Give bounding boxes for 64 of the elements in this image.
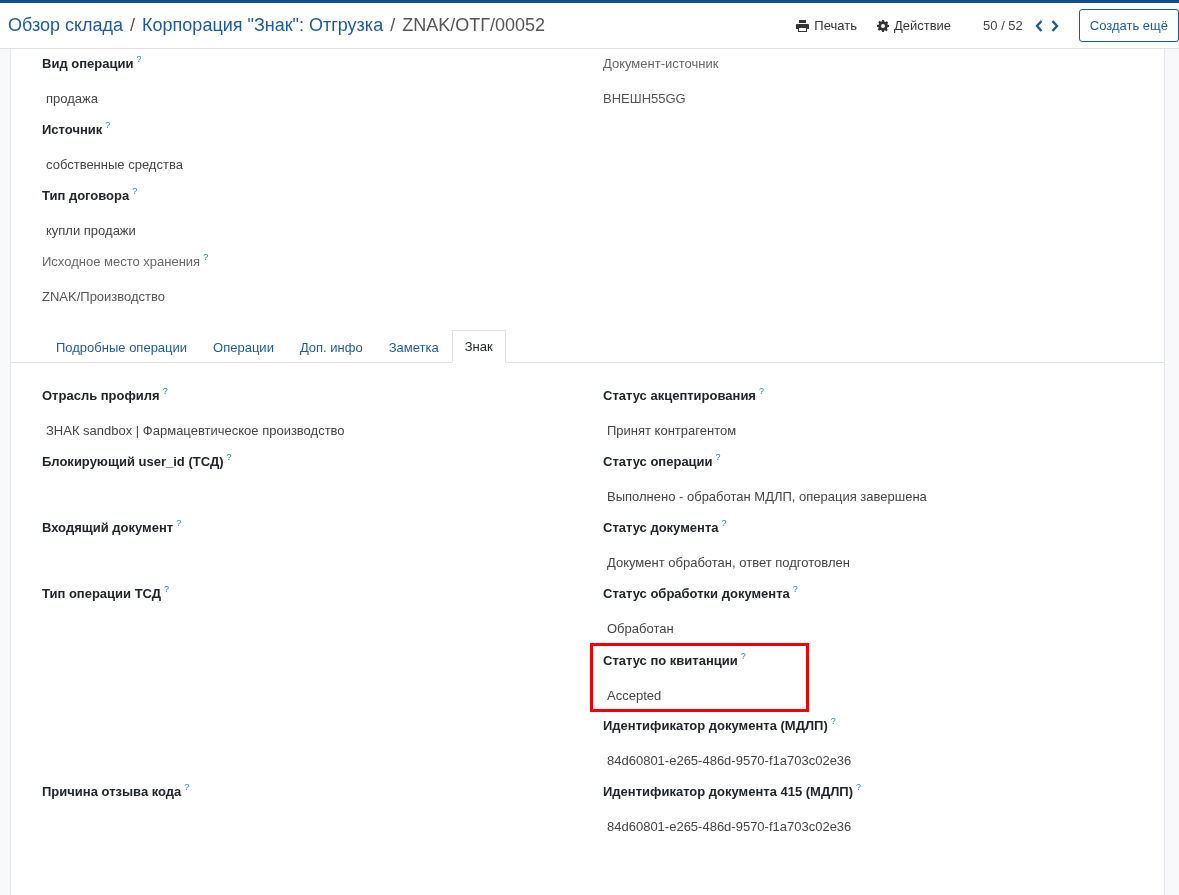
field-label: Документ-источник bbox=[603, 56, 719, 71]
help-mark[interactable]: ? bbox=[176, 518, 182, 528]
help-mark[interactable]: ? bbox=[830, 716, 836, 726]
field-label: Причина отзыва кода bbox=[42, 784, 182, 800]
chevron-right-icon bbox=[1050, 19, 1059, 32]
field-value: собственные средства bbox=[46, 157, 183, 173]
field-label: Вид операции bbox=[42, 56, 134, 72]
action-button[interactable]: Действие bbox=[876, 18, 952, 33]
field-value: Документ обработан, ответ подготовлен bbox=[607, 555, 850, 571]
breadcrumb-separator: / bbox=[390, 15, 396, 36]
settings-icon bbox=[876, 19, 889, 32]
tab[interactable]: Заметка bbox=[375, 330, 452, 363]
tab[interactable]: Знак bbox=[451, 330, 506, 363]
tab[interactable]: Подробные операции bbox=[43, 330, 201, 363]
printer-icon bbox=[796, 19, 810, 32]
field-label: Исходное место хранения bbox=[42, 254, 201, 270]
help-mark[interactable]: ? bbox=[856, 782, 862, 792]
breadcrumb-link[interactable]: Обзор склада bbox=[8, 15, 124, 36]
field-value: 84d60801-e265-486d-9570-f1a703c02e36 bbox=[607, 819, 853, 835]
chevron-left-icon bbox=[1034, 19, 1043, 32]
help-mark[interactable]: ? bbox=[792, 584, 798, 594]
field-label: Идентификатор документа 415 (МДЛП) bbox=[603, 784, 853, 800]
field-label: Статус обработки документа bbox=[603, 586, 790, 602]
field-label: Статус документа bbox=[603, 520, 719, 536]
breadcrumb-link[interactable]: Корпорация "Знак": Отгрузка bbox=[142, 15, 384, 36]
field-value: Принят контрагентом bbox=[607, 423, 738, 439]
tab[interactable]: Операции bbox=[200, 330, 287, 363]
tab[interactable]: Доп. инфо bbox=[286, 330, 376, 363]
help-mark[interactable]: ? bbox=[203, 252, 209, 262]
help-mark[interactable]: ? bbox=[715, 452, 721, 462]
field-value: Accepted bbox=[607, 688, 663, 704]
field-label: Статус по квитанции bbox=[603, 653, 738, 669]
help-mark[interactable]: ? bbox=[132, 186, 138, 196]
record-title: ZNAK/ОТГ/00052 bbox=[402, 15, 545, 36]
field-label: Источник bbox=[42, 122, 103, 138]
help-mark[interactable]: ? bbox=[136, 54, 142, 64]
field-value: Выполнено - обработан МДЛП, операция завершена bbox=[607, 489, 927, 505]
help-mark[interactable]: ? bbox=[184, 782, 190, 792]
help-mark[interactable]: ? bbox=[162, 386, 168, 396]
field-value: Обработан bbox=[607, 621, 675, 637]
help-mark[interactable]: ? bbox=[758, 386, 764, 396]
create-button[interactable]: Создать ещё bbox=[1078, 9, 1179, 42]
pager-counter: 50 / 52 bbox=[983, 18, 1023, 33]
help-mark[interactable]: ? bbox=[105, 120, 111, 130]
field-label: Входящий документ bbox=[42, 520, 174, 536]
field-value: продажа bbox=[46, 91, 99, 107]
field-label: Идентификатор документа (МДЛП) bbox=[603, 718, 828, 734]
breadcrumb-separator: / bbox=[130, 15, 136, 36]
help-mark[interactable]: ? bbox=[164, 584, 170, 594]
field-value: 84d60801-e265-486d-9570-f1a703c02e36 bbox=[607, 753, 852, 769]
field-label: Тип операции ТСД bbox=[42, 586, 162, 602]
field-label: Тип договора bbox=[42, 188, 130, 204]
field-label: Статус акцептирования bbox=[603, 388, 756, 404]
help-mark[interactable]: ? bbox=[226, 452, 232, 462]
help-mark[interactable]: ? bbox=[721, 518, 727, 528]
field-value: ЗНАК sandbox | Фармацевтическое производство bbox=[46, 423, 345, 439]
field-value: ZNAK/Производство bbox=[42, 289, 167, 305]
print-button[interactable]: Печать bbox=[796, 18, 857, 33]
field-value: купли продажи bbox=[46, 223, 137, 239]
field-value: ВНЕШН55GG bbox=[603, 91, 687, 106]
help-mark[interactable]: ? bbox=[740, 651, 746, 661]
field-label: Статус операции bbox=[603, 454, 713, 470]
field-label: Блокирующий user_id (ТСД) bbox=[42, 454, 224, 470]
field-label: Отрасль профиля bbox=[42, 388, 160, 404]
